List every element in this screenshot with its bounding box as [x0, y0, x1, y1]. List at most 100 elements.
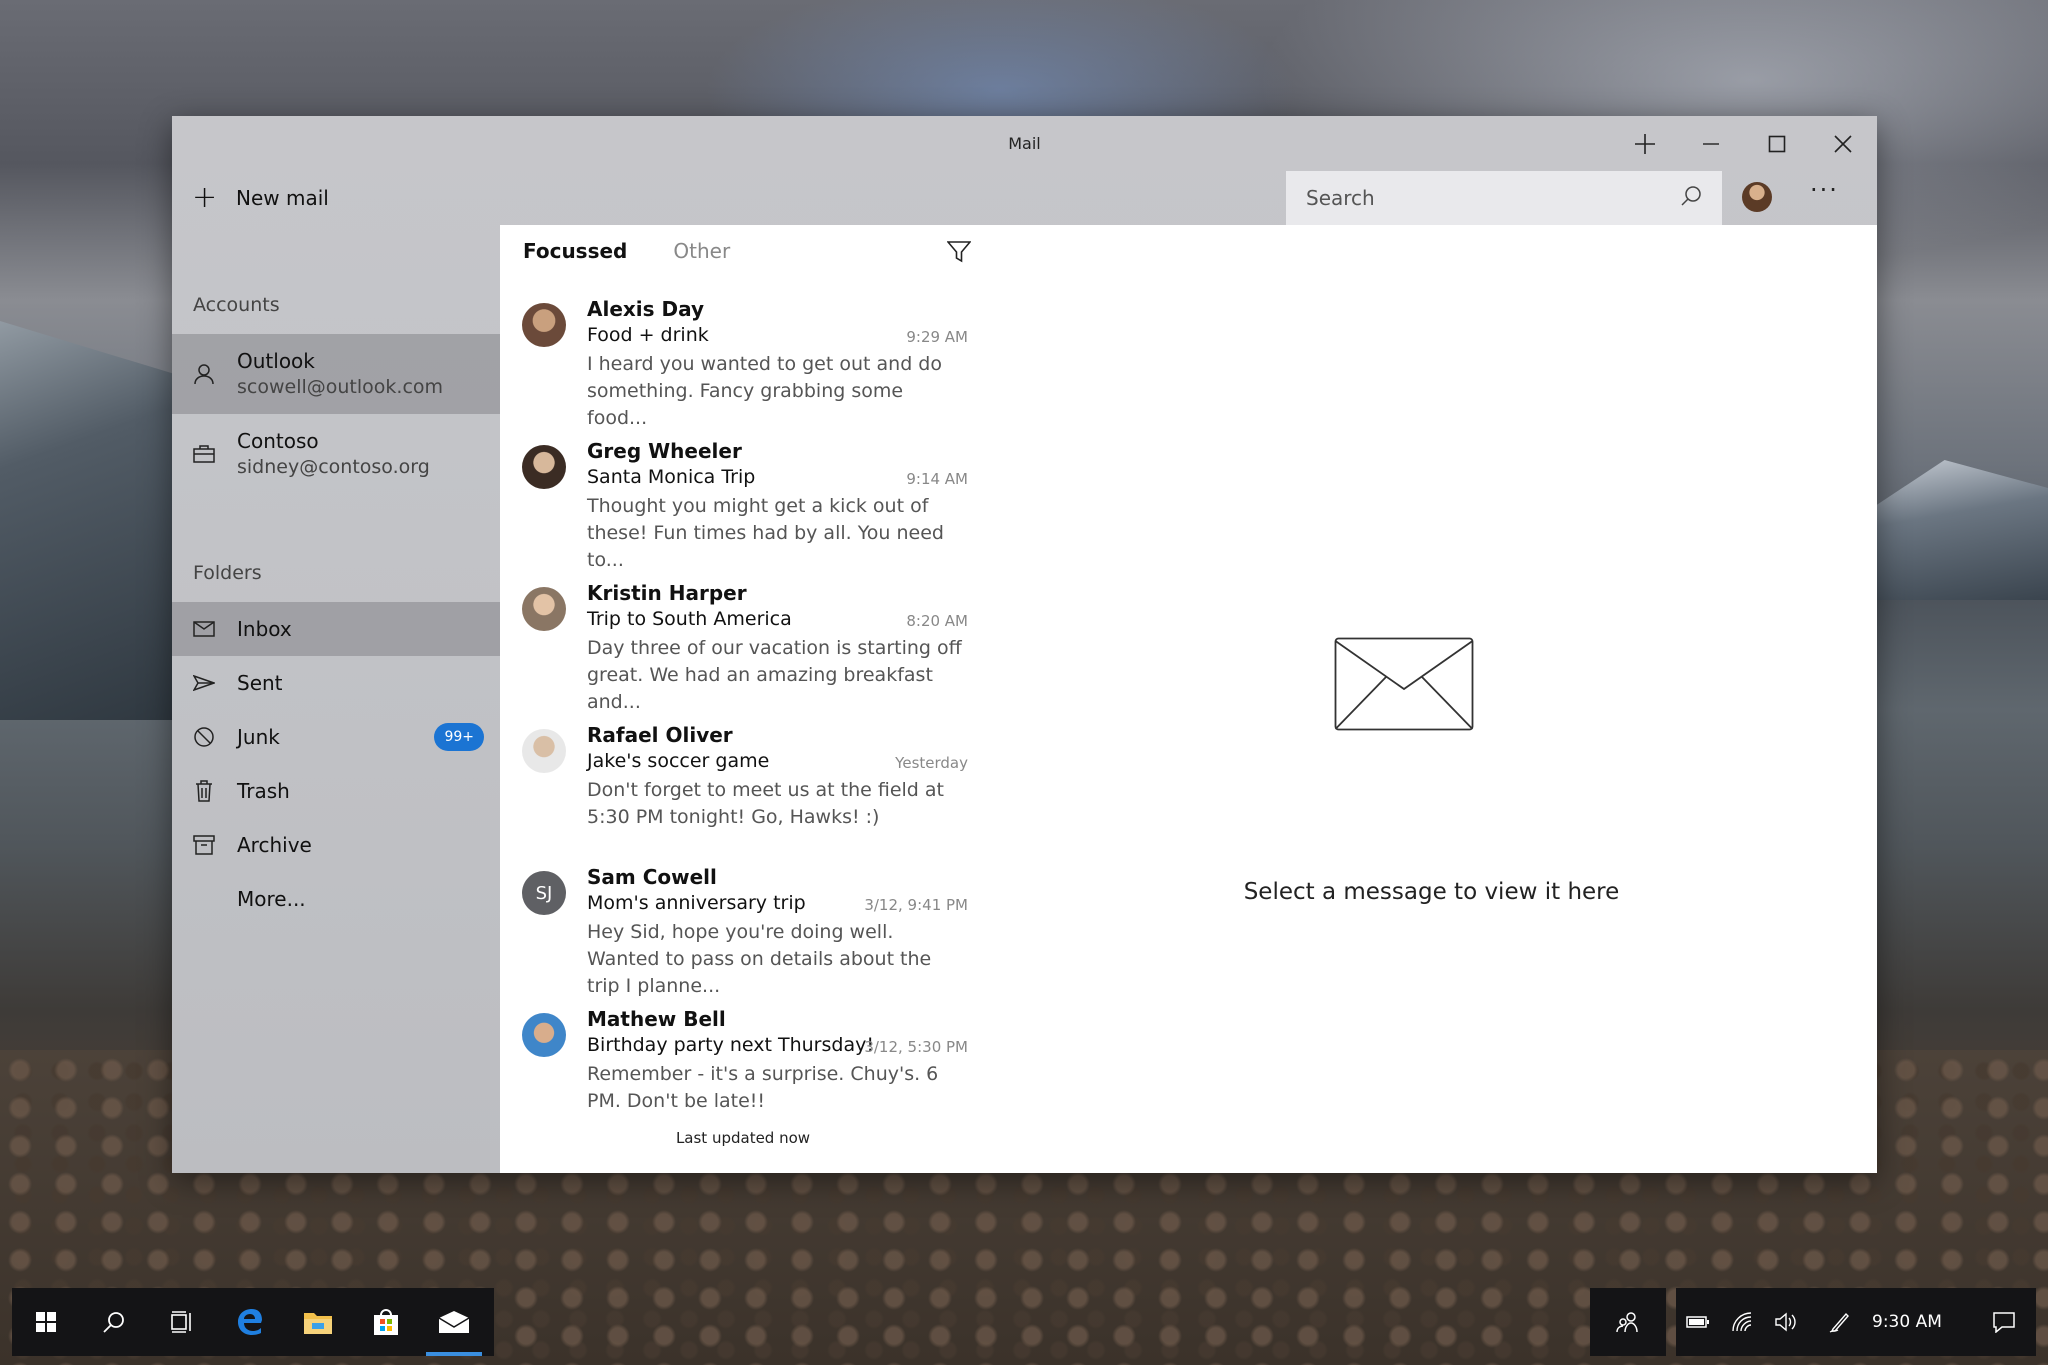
close-icon [1834, 135, 1852, 153]
search-box[interactable]: Search [1286, 171, 1722, 225]
message-preview: Don't forget to meet us at the field at … [587, 779, 944, 828]
message-subject: Birthday party next Thursday! [587, 1034, 874, 1056]
message-item[interactable]: Alexis Day Food + drink 9:29 AM I heard … [500, 297, 986, 439]
new-mail-button[interactable]: + New mail [192, 176, 329, 220]
message-subject: Jake's soccer game [587, 750, 770, 772]
account-email: scowell@outlook.com [237, 376, 444, 398]
mail-window: Mail + New mail Accounts Outlook scowell… [172, 116, 1877, 1173]
search-input[interactable]: Search [1306, 186, 1375, 210]
message-item[interactable]: Mathew Bell Birthday party next Thursday… [500, 1007, 986, 1149]
sender-avatar [522, 1013, 566, 1057]
folder-label: Junk [237, 725, 280, 749]
content-area: Focussed Other Alexis Day Food + drink 9… [500, 225, 1877, 1173]
taskbar-clock[interactable]: 9:30 AM [1872, 1312, 1942, 1332]
action-center-icon[interactable] [1982, 1311, 2026, 1333]
message-item[interactable]: Greg Wheeler Santa Monica Trip 9:14 AM T… [500, 439, 986, 581]
new-mail-label: New mail [236, 186, 329, 210]
message-sender: Sam Cowell [587, 865, 717, 889]
sender-initials-avatar: SJ [522, 871, 566, 915]
minimize-button[interactable] [1679, 116, 1743, 172]
mail-icon[interactable] [420, 1288, 488, 1356]
folder-junk[interactable]: Junk 99+ [172, 710, 500, 764]
message-subject: Mom's anniversary trip [587, 892, 806, 914]
message-time: 9:29 AM [906, 328, 968, 346]
maximize-button[interactable] [1745, 116, 1809, 172]
message-sender: Rafael Oliver [587, 723, 733, 747]
message-time: 3/12, 9:41 PM [864, 896, 968, 914]
search-icon[interactable] [1680, 185, 1702, 212]
taskbar [12, 1288, 494, 1356]
tab-focused[interactable]: Focussed [523, 239, 627, 263]
message-subject: Food + drink [587, 324, 709, 346]
message-item[interactable]: Rafael Oliver Jake's soccer game Yesterd… [500, 723, 986, 865]
account-contoso[interactable]: Contoso sidney@contoso.org [172, 414, 500, 494]
message-list: Focussed Other Alexis Day Food + drink 9… [500, 225, 986, 1173]
maximize-icon [1768, 135, 1786, 153]
folder-more[interactable]: More... [172, 872, 500, 926]
message-time: 9:14 AM [906, 470, 968, 488]
pivot-tabs: Focussed Other [523, 239, 730, 263]
sender-avatar [522, 729, 566, 773]
message-sender: Mathew Bell [587, 1007, 726, 1031]
message-item[interactable]: Kristin Harper Trip to South America 8:2… [500, 581, 986, 723]
unread-count-badge: 99+ [434, 723, 484, 751]
background-mountain-right [1860, 460, 2048, 600]
message-time: Yesterday [895, 754, 968, 772]
message-preview: I heard you wanted to get out and do som… [587, 353, 942, 429]
folder-inbox[interactable]: Inbox [172, 602, 500, 656]
edge-icon[interactable] [216, 1288, 284, 1356]
sender-avatar [522, 445, 566, 489]
folder-label: Trash [237, 779, 290, 803]
more-options-icon[interactable]: ··· [1810, 176, 1839, 204]
people-icon[interactable] [1590, 1288, 1666, 1356]
message-sender: Greg Wheeler [587, 439, 742, 463]
new-window-button[interactable] [1613, 116, 1677, 172]
accounts-heading: Accounts [193, 294, 280, 316]
search-icon[interactable] [80, 1288, 148, 1356]
account-name: Outlook [237, 349, 315, 373]
sender-avatar [522, 303, 566, 347]
folder-sent[interactable]: Sent [172, 656, 500, 710]
background-mountain-left [0, 321, 180, 720]
folders-heading: Folders [193, 562, 262, 584]
briefcase-icon [193, 443, 215, 465]
store-icon[interactable] [352, 1288, 420, 1356]
send-icon [193, 672, 215, 694]
message-preview: Hey Sid, hope you're doing well. Wanted … [587, 921, 932, 997]
sender-avatar [522, 587, 566, 631]
message-time: 8:20 AM [906, 612, 968, 630]
message-preview: Day three of our vacation is starting of… [587, 637, 962, 713]
title-bar[interactable]: Mail [172, 116, 1877, 172]
file-explorer-icon[interactable] [284, 1288, 352, 1356]
wifi-icon[interactable] [1720, 1311, 1764, 1333]
account-name: Contoso [237, 429, 319, 453]
tab-other[interactable]: Other [673, 239, 730, 263]
trash-icon [193, 780, 215, 802]
windows-start-icon[interactable] [12, 1288, 80, 1356]
close-button[interactable] [1811, 116, 1875, 172]
folder-trash[interactable]: Trash [172, 764, 500, 818]
profile-avatar[interactable] [1742, 182, 1772, 212]
account-email: sidney@contoso.org [237, 456, 430, 478]
message-subject: Santa Monica Trip [587, 466, 756, 488]
folder-label: Sent [237, 671, 283, 695]
folder-archive[interactable]: Archive [172, 818, 500, 872]
folder-label: Archive [237, 833, 312, 857]
message-time: 3/12, 5:30 PM [864, 1038, 968, 1056]
block-icon [193, 726, 215, 748]
message-subject: Trip to South America [587, 608, 792, 630]
folder-label: More... [237, 887, 306, 911]
archive-icon [193, 834, 215, 856]
volume-icon[interactable] [1764, 1312, 1808, 1332]
filter-icon[interactable] [946, 241, 972, 267]
message-preview: Remember - it's a surprise. Chuy's. 6 PM… [587, 1063, 939, 1112]
message-preview: Thought you might get a kick out of thes… [587, 495, 944, 571]
task-view-icon[interactable] [148, 1288, 216, 1356]
reading-pane: Select a message to view it here [986, 225, 1877, 1173]
message-item[interactable]: SJ Sam Cowell Mom's anniversary trip 3/1… [500, 865, 986, 1007]
account-outlook[interactable]: Outlook scowell@outlook.com [172, 334, 500, 414]
battery-icon[interactable] [1676, 1315, 1720, 1329]
envelope-icon [1334, 637, 1474, 731]
minimize-icon [1703, 143, 1719, 145]
pen-workspace-icon[interactable] [1818, 1311, 1862, 1333]
